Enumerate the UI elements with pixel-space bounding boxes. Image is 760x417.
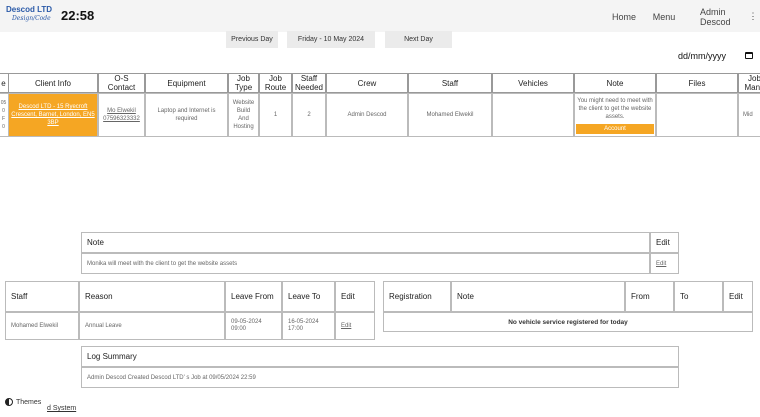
- date-picker-input[interactable]: dd/mm/yyyy: [672, 46, 756, 66]
- leave-col-reason: Reason: [79, 281, 225, 312]
- leave-reason-cell: Annual Leave: [79, 312, 225, 340]
- leave-edit-cell: Edit: [335, 312, 375, 340]
- nav-menu[interactable]: Menu: [648, 7, 680, 26]
- leave-from-cell: 09-05-2024 09:00: [225, 312, 282, 340]
- staff-needed-cell: 2: [292, 93, 326, 137]
- log-summary-text: Admin Descod Created Descod LTD' s Job a…: [81, 367, 679, 388]
- client-info-cell[interactable]: Descod LTD - 15 Ryecroft Crescent, Barne…: [8, 93, 98, 137]
- col-header-job-route: Job Route: [259, 73, 292, 93]
- os-contact-cell[interactable]: Mo Elwekil 07596323332: [98, 93, 145, 137]
- date-placeholder: dd/mm/yyyy: [678, 51, 727, 61]
- job-manager-cell: Mid: [738, 93, 760, 137]
- col-header-vehicles: Vehicles: [492, 73, 574, 93]
- log-summary-header: Log Summary: [81, 346, 679, 367]
- note-panel-text: Monika will meet with the client to get …: [81, 253, 650, 274]
- leave-to-cell: 16-05-2024 17:00: [282, 312, 335, 340]
- current-day-button[interactable]: Friday - 10 May 2024: [287, 31, 375, 48]
- nav-home[interactable]: Home: [604, 7, 644, 26]
- equipment-cell: Laptop and Internet is required: [145, 93, 228, 137]
- themes-toggle[interactable]: Themes: [5, 398, 41, 406]
- vehicle-col-registration: Registration: [383, 281, 451, 312]
- col-header-os-contact: O-S Contact: [98, 73, 145, 93]
- company-logo[interactable]: Descod LTD Design/Code: [6, 5, 54, 27]
- leave-col-staff: Staff: [5, 281, 79, 312]
- leave-col-from: Leave From: [225, 281, 282, 312]
- files-cell: [656, 93, 738, 137]
- logo-text: Descod LTD: [6, 5, 53, 14]
- leave-staff-cell: Mohamed Elwekil: [5, 312, 79, 340]
- logo-tagline: Design/Code: [12, 15, 51, 22]
- os-contact-link[interactable]: Mo Elwekil 07596323332: [101, 107, 142, 123]
- note-text: You might need to meet with the client t…: [577, 98, 653, 120]
- vehicle-col-note: Note: [451, 281, 625, 312]
- clock: 22:58: [61, 8, 95, 23]
- previous-day-button[interactable]: Previous Day: [226, 31, 278, 48]
- note-panel-edit-cell: Edit: [650, 253, 679, 274]
- vehicle-col-to: To: [674, 281, 723, 312]
- vehicle-col-edit: Edit: [723, 281, 753, 312]
- col-header-crew: Crew: [326, 73, 408, 93]
- contrast-icon: [5, 398, 13, 406]
- crew-cell: Admin Descod: [326, 93, 408, 137]
- top-bar: Descod LTD Design/Code 22:58 Home Menu A…: [0, 0, 760, 32]
- leave-col-to: Leave To: [282, 281, 335, 312]
- col-header-client-info: Client Info: [8, 73, 98, 93]
- more-icon[interactable]: ⋮: [748, 7, 758, 26]
- col-header-note: Note: [574, 73, 656, 93]
- note-panel-edit-header: Edit: [650, 232, 679, 253]
- col-header-staff: Staff: [408, 73, 492, 93]
- col-header-job-type: Job Type: [228, 73, 259, 93]
- leave-col-edit: Edit: [335, 281, 375, 312]
- vehicle-empty-message: No vehicle service registered for today: [383, 312, 753, 332]
- note-panel-header: Note: [81, 232, 650, 253]
- note-edit-link[interactable]: Edit: [656, 261, 666, 267]
- calendar-icon[interactable]: [745, 52, 753, 59]
- col-header-equipment: Equipment: [145, 73, 228, 93]
- col-header-files: Files: [656, 73, 738, 93]
- col-header-staff-needed: Staff Needed: [292, 73, 326, 93]
- footer-system-link[interactable]: d System: [47, 405, 76, 412]
- nav-user[interactable]: Admin Descod: [700, 7, 752, 27]
- account-button[interactable]: Account: [576, 124, 654, 134]
- themes-label: Themes: [16, 398, 42, 406]
- vehicle-col-from: From: [625, 281, 674, 312]
- col-header-job-manager: Job Mana: [738, 73, 760, 93]
- client-info-link[interactable]: Descod LTD - 15 Ryecroft Crescent, Barne…: [11, 103, 95, 127]
- leave-edit-link[interactable]: Edit: [341, 323, 351, 329]
- job-type-cell: Website Build And Hosting: [228, 93, 259, 137]
- vehicles-cell: [492, 93, 574, 137]
- job-route-cell: 1: [259, 93, 292, 137]
- staff-cell: Mohamed Elwekil: [408, 93, 492, 137]
- next-day-button[interactable]: Next Day: [385, 31, 452, 48]
